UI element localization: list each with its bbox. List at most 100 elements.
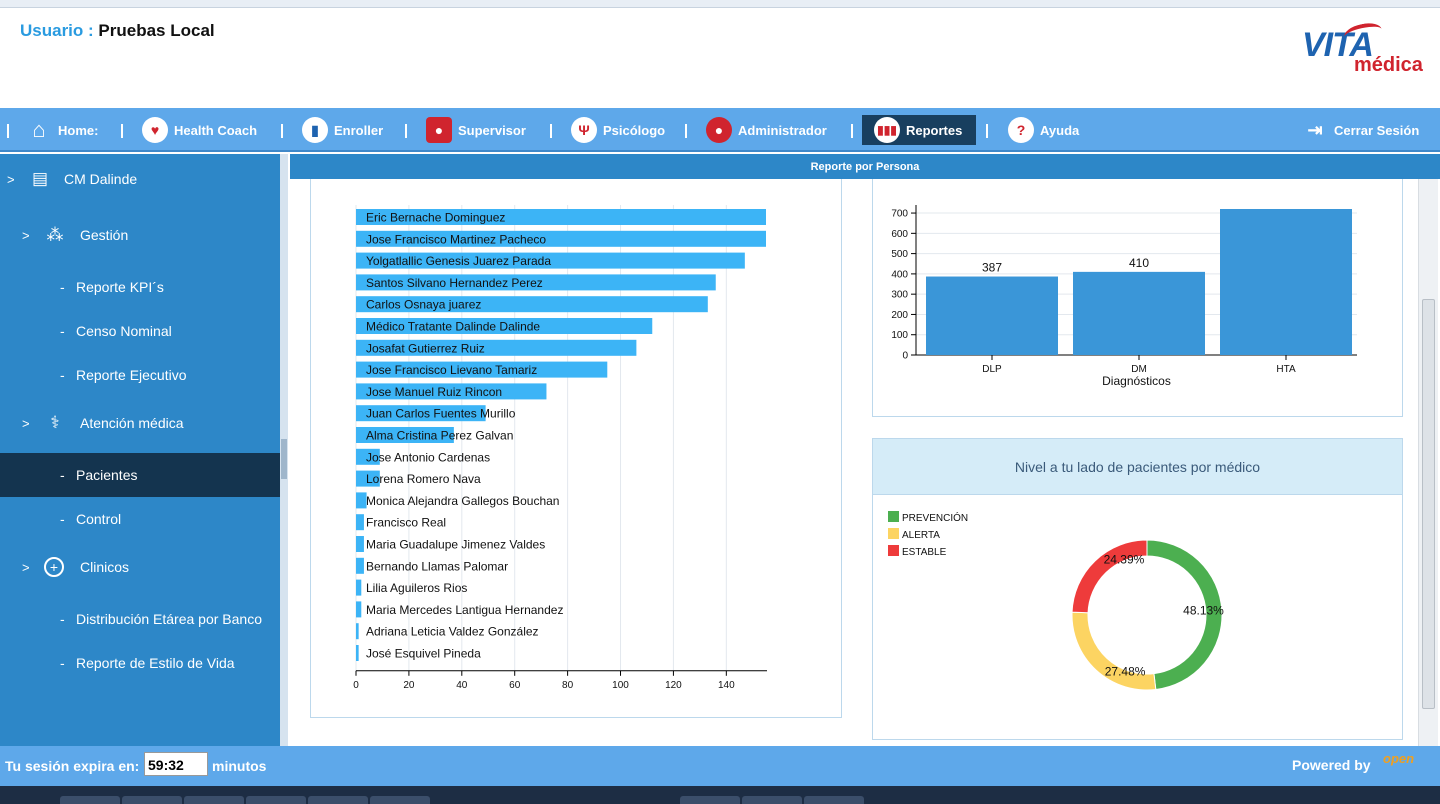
nav-health-coach[interactable]: ♥ Health Coach — [142, 115, 257, 145]
bar-label: Francisco Real — [366, 516, 446, 530]
sidebar-item-cm-dalinde[interactable]: > ▤ CM Dalinde — [0, 157, 280, 201]
x-tick-label: 20 — [403, 680, 415, 691]
sidebar-item-pacientes[interactable]: - Pacientes — [0, 453, 280, 497]
taskbar-button[interactable] — [308, 796, 368, 804]
bar — [1220, 209, 1352, 355]
bar-label: Médico Tratante Dalinde Dalinde — [366, 320, 540, 334]
x-tick-label: 0 — [353, 680, 359, 691]
bullet-dash: - — [60, 655, 65, 671]
bar-label: Bernando Llamas Palomar — [366, 559, 508, 573]
nav-ayuda[interactable]: ? Ayuda — [1008, 115, 1079, 145]
taskbar-button[interactable] — [246, 796, 306, 804]
sidebar-item-atencion-medica[interactable]: > ⚕ Atención médica — [0, 401, 280, 445]
bullet-dash: - — [60, 323, 65, 339]
nav-reportes-label: Reportes — [906, 122, 963, 138]
legend-label: PREVENCIÓN — [902, 511, 968, 524]
scrollbar-thumb[interactable] — [1422, 299, 1435, 709]
patients-bar-panel: Eric Bernache Dominguez Jose Francisco Ma… — [310, 179, 842, 718]
taskbar-button[interactable] — [122, 796, 182, 804]
slice-percent-label: 27.48% — [1105, 665, 1146, 679]
admin-icon: ● — [706, 117, 732, 143]
y-tick-label: 200 — [891, 310, 908, 321]
sidebar-grip[interactable] — [281, 439, 287, 479]
nav-ayuda-label: Ayuda — [1040, 122, 1080, 138]
sidebar-item-reporte-kpis[interactable]: - Reporte KPI´s — [0, 265, 280, 309]
open-logo: open — [1383, 751, 1415, 766]
sidebar-item-distribucion-etarea[interactable]: - Distribución Etárea por Banco — [0, 597, 280, 641]
logout-button[interactable]: ⇥ Cerrar Sesión — [1302, 115, 1419, 145]
sidebar-item-control[interactable]: - Control — [0, 497, 280, 541]
bar — [356, 645, 359, 661]
content-scrollbar[interactable] — [1418, 179, 1438, 746]
taskbar-button[interactable] — [184, 796, 244, 804]
taskbar-button[interactable] — [680, 796, 740, 804]
clipboard-icon: ▤ — [31, 169, 49, 188]
bar — [356, 514, 364, 531]
sidebar-item-label: Censo Nominal — [76, 323, 172, 339]
slice-percent-label: 48.13% — [1183, 603, 1224, 617]
nav-reportes[interactable]: ▮▮▮ Reportes — [862, 115, 977, 145]
sidebar-item-label: Distribución Etárea por Banco — [76, 611, 262, 627]
bar — [926, 276, 1058, 355]
diagnostics-bar-chart: 0100200300400500600700387DLP410DM HTADiag… — [891, 205, 1357, 388]
taskbar-button[interactable] — [60, 796, 120, 804]
sidebar-resize-handle[interactable] — [280, 154, 288, 746]
bar-label: Juan Carlos Fuentes Murillo — [366, 407, 516, 421]
x-tick-label: 40 — [456, 680, 468, 691]
nav-enroller[interactable]: ▮ Enroller — [302, 115, 383, 145]
bar-label: Alma Cristina Perez Galvan — [366, 429, 513, 443]
nav-psicologo-label: Psicólogo — [603, 122, 666, 138]
x-axis-title: Diagnósticos — [1102, 374, 1171, 388]
bar-label: José Esquivel Pineda — [366, 647, 481, 661]
bar — [356, 623, 359, 640]
nav-home-label: Home: — [58, 122, 99, 138]
nav-psicologo[interactable]: Ψ Psicólogo — [571, 115, 665, 145]
sidebar-item-clinicos[interactable]: > + Clinicos — [0, 545, 280, 589]
book-icon: ▮ — [302, 117, 328, 143]
x-tick-label: HTA — [1276, 364, 1296, 375]
bar-label: Santos Silvano Hernandez Perez — [366, 276, 543, 290]
bar-label: Maria Mercedes Lantigua Hernandez — [366, 603, 563, 617]
sidebar-item-reporte-ejecutivo[interactable]: - Reporte Ejecutivo — [0, 353, 280, 397]
chevron-right-icon: > — [22, 227, 30, 243]
user-label: Usuario : — [20, 21, 94, 40]
session-expiry-label: Tu sesión expira en: — [5, 758, 140, 774]
app-header: Usuario : Pruebas Local VITA médica — [0, 8, 1440, 108]
bar-label: Maria Guadalupe Jimenez Valdes — [366, 538, 545, 552]
bar-label: Jose Antonio Cardenas — [366, 450, 490, 464]
sidebar-item-estilo-de-vida[interactable]: - Reporte de Estilo de Vida — [0, 641, 280, 685]
chevron-right-icon: > — [22, 415, 30, 431]
bar-label: Lorena Romero Nava — [366, 472, 481, 486]
bar-label: Jose Francisco Lievano Tamariz — [366, 363, 537, 377]
heartbeat-icon: ♥ — [142, 117, 168, 143]
main-content: Reporte por Persona Eric Bernache Doming… — [290, 154, 1440, 746]
user-info: Usuario : Pruebas Local — [20, 21, 215, 41]
nav-administrador[interactable]: ● Administrador — [706, 115, 827, 145]
session-timer: 59:32 — [144, 752, 208, 776]
bar — [356, 579, 362, 596]
user-name: Pruebas Local — [98, 21, 215, 40]
nav-home[interactable]: ⌂ Home: — [26, 115, 98, 145]
levels-donut-chart: PREVENCIÓN ALERTA ESTABLE 48.13% 27.48% 24.39… — [888, 511, 1224, 691]
nav-separator — [550, 124, 552, 138]
taskbar-button[interactable] — [742, 796, 802, 804]
sidebar-item-label: Pacientes — [76, 467, 138, 483]
sidebar-item-label: Reporte de Estilo de Vida — [76, 655, 235, 671]
nav-supervisor[interactable]: ● Supervisor — [426, 115, 526, 145]
nav-enroller-label: Enroller — [334, 122, 384, 138]
bar — [356, 557, 364, 574]
sidebar: > ▤ CM Dalinde > ⁂ Gestión - Reporte KPI… — [0, 154, 280, 746]
x-tick-label: 80 — [562, 680, 574, 691]
plus-circle-icon: + — [44, 557, 64, 577]
nav-separator — [405, 124, 407, 138]
sidebar-item-censo-nominal[interactable]: - Censo Nominal — [0, 309, 280, 353]
taskbar-button[interactable] — [370, 796, 430, 804]
chevron-right-icon: > — [22, 559, 30, 575]
bar — [1073, 271, 1205, 355]
sidebar-item-gestion[interactable]: > ⁂ Gestión — [0, 213, 280, 257]
legend-label: ALERTA — [902, 530, 940, 541]
sidebar-item-label: CM Dalinde — [64, 171, 138, 187]
taskbar-button[interactable] — [804, 796, 864, 804]
legend-swatch — [888, 511, 899, 522]
stethoscope-icon: ⚕ — [50, 413, 60, 432]
